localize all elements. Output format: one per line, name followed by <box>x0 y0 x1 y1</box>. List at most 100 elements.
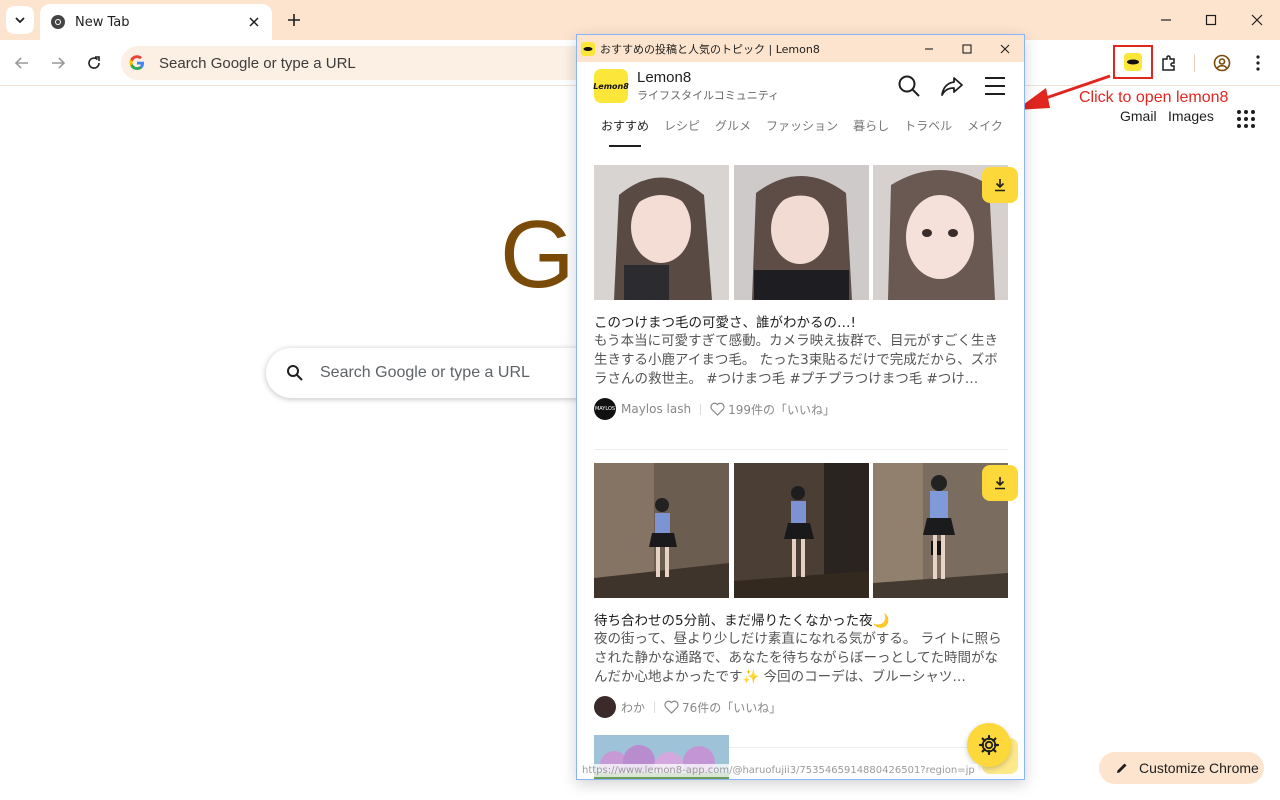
customize-chrome-button[interactable]: Customize Chrome <box>1099 752 1264 784</box>
post-card[interactable]: このつけまつ毛の可愛さ、誰がわかるの…! もう本当に可愛すぎて感動。カメラ映え抜… <box>594 165 1018 450</box>
avatar[interactable]: MAYLOS <box>594 398 616 420</box>
heart-icon[interactable] <box>710 402 725 416</box>
maximize-icon <box>962 43 972 54</box>
settings-button[interactable] <box>967 723 1011 767</box>
download-button[interactable] <box>982 465 1018 501</box>
minimize-icon <box>925 47 933 50</box>
profile-icon <box>1213 54 1231 72</box>
post-author[interactable]: わか <box>621 699 645 716</box>
pencil-icon <box>1117 763 1127 773</box>
lemon8-logo[interactable]: Lemon8 <box>593 69 629 103</box>
lemon8-icon <box>581 41 595 56</box>
post-photo[interactable] <box>594 463 729 598</box>
category-tab[interactable]: グルメ <box>715 115 751 147</box>
brand-tagline: ライフスタイルコミュニティ <box>637 89 780 102</box>
toolbar-separator <box>1194 54 1195 72</box>
heart-icon[interactable] <box>664 700 679 714</box>
lemon8-icon <box>1124 53 1142 71</box>
category-tab[interactable]: 暮らし <box>853 115 889 147</box>
kebab-menu-icon <box>1256 55 1260 71</box>
post-meta: わか 76件の「いいね」 <box>594 696 1008 718</box>
status-bar-url: https://www.lemon8-app.com/@haruofujii3/… <box>579 764 978 777</box>
chevron-down-icon <box>15 17 25 24</box>
chrome-icon <box>51 15 65 29</box>
category-tab[interactable]: ファッション <box>766 115 838 147</box>
category-tab[interactable]: レシピ <box>664 115 700 147</box>
gmail-link[interactable]: Gmail <box>1120 108 1157 124</box>
brand-name: Lemon8 <box>637 69 692 86</box>
popup-close-button[interactable] <box>986 35 1024 62</box>
annotation-text: Click to open lemon8 <box>1079 89 1229 106</box>
tab-new-tab[interactable]: New Tab <box>40 4 272 40</box>
meta-separator <box>700 403 702 415</box>
download-icon <box>995 477 1005 490</box>
close-icon <box>1251 14 1263 26</box>
ntp-search-input[interactable] <box>318 363 578 383</box>
gear-icon <box>978 734 1000 756</box>
maximize-icon <box>1205 14 1217 26</box>
category-tabs: おすすめ レシピ グルメ ファッション 暮らし トラベル メイク <box>577 115 1024 147</box>
tab-title: New Tab <box>75 14 130 30</box>
popup-titlebar: おすすめの投稿と人気のトピック | Lemon8 <box>577 35 1024 62</box>
customize-chrome-label: Customize Chrome <box>1139 760 1259 776</box>
download-button[interactable] <box>982 167 1018 203</box>
post-meta: MAYLOS Maylos lash 199件の「いいね」 <box>594 398 1008 420</box>
arrow-right-icon <box>52 57 66 69</box>
google-logo: G <box>500 201 575 308</box>
extensions-button[interactable] <box>1157 51 1181 75</box>
google-g-icon <box>129 55 144 70</box>
reload-button[interactable] <box>82 51 106 75</box>
maximize-button[interactable] <box>1199 8 1223 32</box>
post-photo[interactable] <box>594 165 729 300</box>
category-tab[interactable]: トラベル <box>904 115 952 147</box>
back-button[interactable] <box>10 51 34 75</box>
meta-separator <box>654 701 656 713</box>
brand-block: Lemon8 ライフスタイルコミュニティ <box>637 69 779 103</box>
close-window-button[interactable] <box>1245 8 1269 32</box>
post-photo[interactable] <box>734 165 869 300</box>
images-link[interactable]: Images <box>1168 108 1214 124</box>
new-tab-button[interactable] <box>282 8 306 32</box>
post-author[interactable]: Maylos lash <box>621 402 691 416</box>
post-title: 待ち合わせの5分前、まだ帰りたくなかった夜🌙 <box>594 613 890 629</box>
lemon8-popup-window: おすすめの投稿と人気のトピック | Lemon8 Lemon8 Lemon8 ラ… <box>576 34 1025 780</box>
search-icon <box>287 365 303 381</box>
arrow-left-icon <box>14 57 28 69</box>
menu-button[interactable] <box>1246 51 1270 75</box>
popup-minimize-button[interactable] <box>910 35 948 62</box>
post-title: このつけまつ毛の可愛さ、誰がわかるの…! <box>594 315 856 331</box>
close-icon <box>1000 44 1010 53</box>
post-body: 夜の街って、昼より少しだけ素直になれる気がする。 ライトに照らされた静かな通路で… <box>594 631 1002 685</box>
hamburger-icon <box>985 77 1005 95</box>
category-tab[interactable]: おすすめ <box>601 115 649 147</box>
profile-button[interactable] <box>1210 51 1234 75</box>
apps-grid-icon[interactable] <box>1236 109 1256 129</box>
search-button[interactable] <box>895 72 923 100</box>
hamburger-menu-button[interactable] <box>981 72 1009 100</box>
like-count: 199件の「いいね」 <box>728 402 836 417</box>
popup-maximize-button[interactable] <box>948 35 986 62</box>
category-tab[interactable]: メイク <box>967 115 1003 147</box>
reload-icon <box>88 56 100 69</box>
like-count: 76件の「いいね」 <box>682 700 782 715</box>
minimize-button[interactable] <box>1154 8 1178 32</box>
puzzle-icon <box>1162 55 1175 71</box>
close-icon <box>249 17 259 27</box>
download-icon <box>995 179 1005 192</box>
share-icon <box>941 77 963 96</box>
lemon8-header: Lemon8 Lemon8 ライフスタイルコミュニティ <box>577 62 1024 110</box>
plus-icon <box>288 14 300 26</box>
search-icon <box>898 75 920 97</box>
minimize-icon <box>1161 19 1171 21</box>
forward-button[interactable] <box>46 51 70 75</box>
popup-title: おすすめの投稿と人気のトピック | Lemon8 <box>600 42 820 56</box>
post-body: もう本当に可愛すぎて感動。カメラ映え抜群で、目元がすごく生き生きする小鹿アイまつ… <box>594 333 999 387</box>
avatar[interactable] <box>594 696 616 718</box>
share-button[interactable] <box>938 72 966 100</box>
post-images <box>594 165 1018 300</box>
post-feed: このつけまつ毛の可愛さ、誰がわかるの…! もう本当に可愛すぎて感動。カメラ映え抜… <box>594 165 1018 748</box>
tab-close-button[interactable] <box>246 14 262 30</box>
tab-search-button[interactable] <box>6 6 34 34</box>
post-card[interactable]: 待ち合わせの5分前、まだ帰りたくなかった夜🌙 夜の街って、昼より少しだけ素直にな… <box>594 463 1018 748</box>
post-photo[interactable] <box>734 463 869 598</box>
